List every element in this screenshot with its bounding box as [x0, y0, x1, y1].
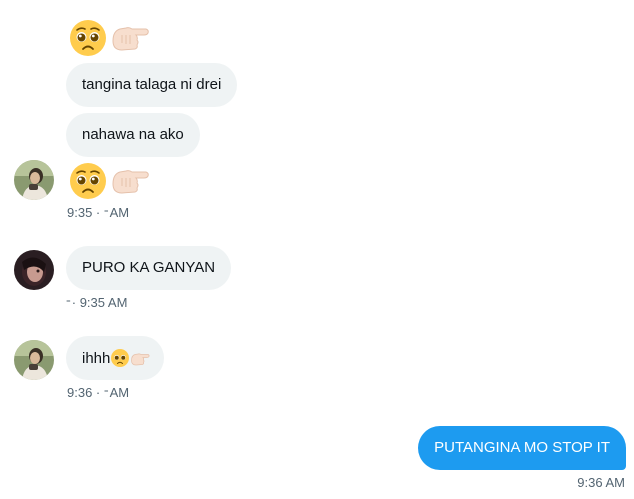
message-text: ihhh [82, 350, 111, 367]
timestamp-text: · 9:35 AM [71, 295, 128, 310]
sent-message-bubble[interactable]: PUTANGINA MO STOP IT [418, 426, 626, 470]
message-timestamp: 9:35 · ⁼AM [67, 205, 129, 221]
avatar-photo [14, 160, 54, 200]
avatar[interactable] [14, 250, 54, 290]
avatar[interactable] [14, 160, 54, 200]
read-indicator-icon: ⁼ [66, 298, 71, 308]
avatar[interactable] [14, 340, 54, 380]
emoji-message[interactable] [68, 161, 150, 201]
timestamp-text: 9:36 · [67, 385, 104, 400]
message-bubble[interactable]: tangina talaga ni drei [66, 63, 238, 107]
pleading-face-icon [70, 20, 106, 56]
timestamp-text: 9:35 · [67, 205, 104, 220]
pointing-hand-icon [112, 27, 149, 51]
message-bubble[interactable]: nahawa na ako [66, 113, 200, 157]
read-indicator-icon: ⁼ [103, 388, 109, 398]
message-timestamp: 9:36 · ⁼AM [67, 385, 129, 401]
pleading-face-icon [110, 348, 130, 374]
message-bubble[interactable]: ihhh [66, 336, 165, 380]
message-timestamp: ⁼· 9:35 AM [66, 295, 127, 311]
pleading-face-icon [70, 163, 106, 199]
pointing-hand-icon [112, 170, 149, 194]
message-bubble[interactable]: PURO KA GANYAN [66, 246, 232, 290]
read-indicator-icon: ⁼ [103, 208, 109, 218]
timestamp-suffix: AM [109, 385, 130, 400]
timestamp-suffix: AM [109, 205, 130, 220]
avatar-photo [14, 340, 54, 380]
pointing-hand-icon [130, 350, 150, 374]
message-timestamp: 9:36 AM [577, 475, 625, 490]
emoji-message[interactable] [68, 18, 150, 58]
avatar-photo [14, 250, 54, 290]
